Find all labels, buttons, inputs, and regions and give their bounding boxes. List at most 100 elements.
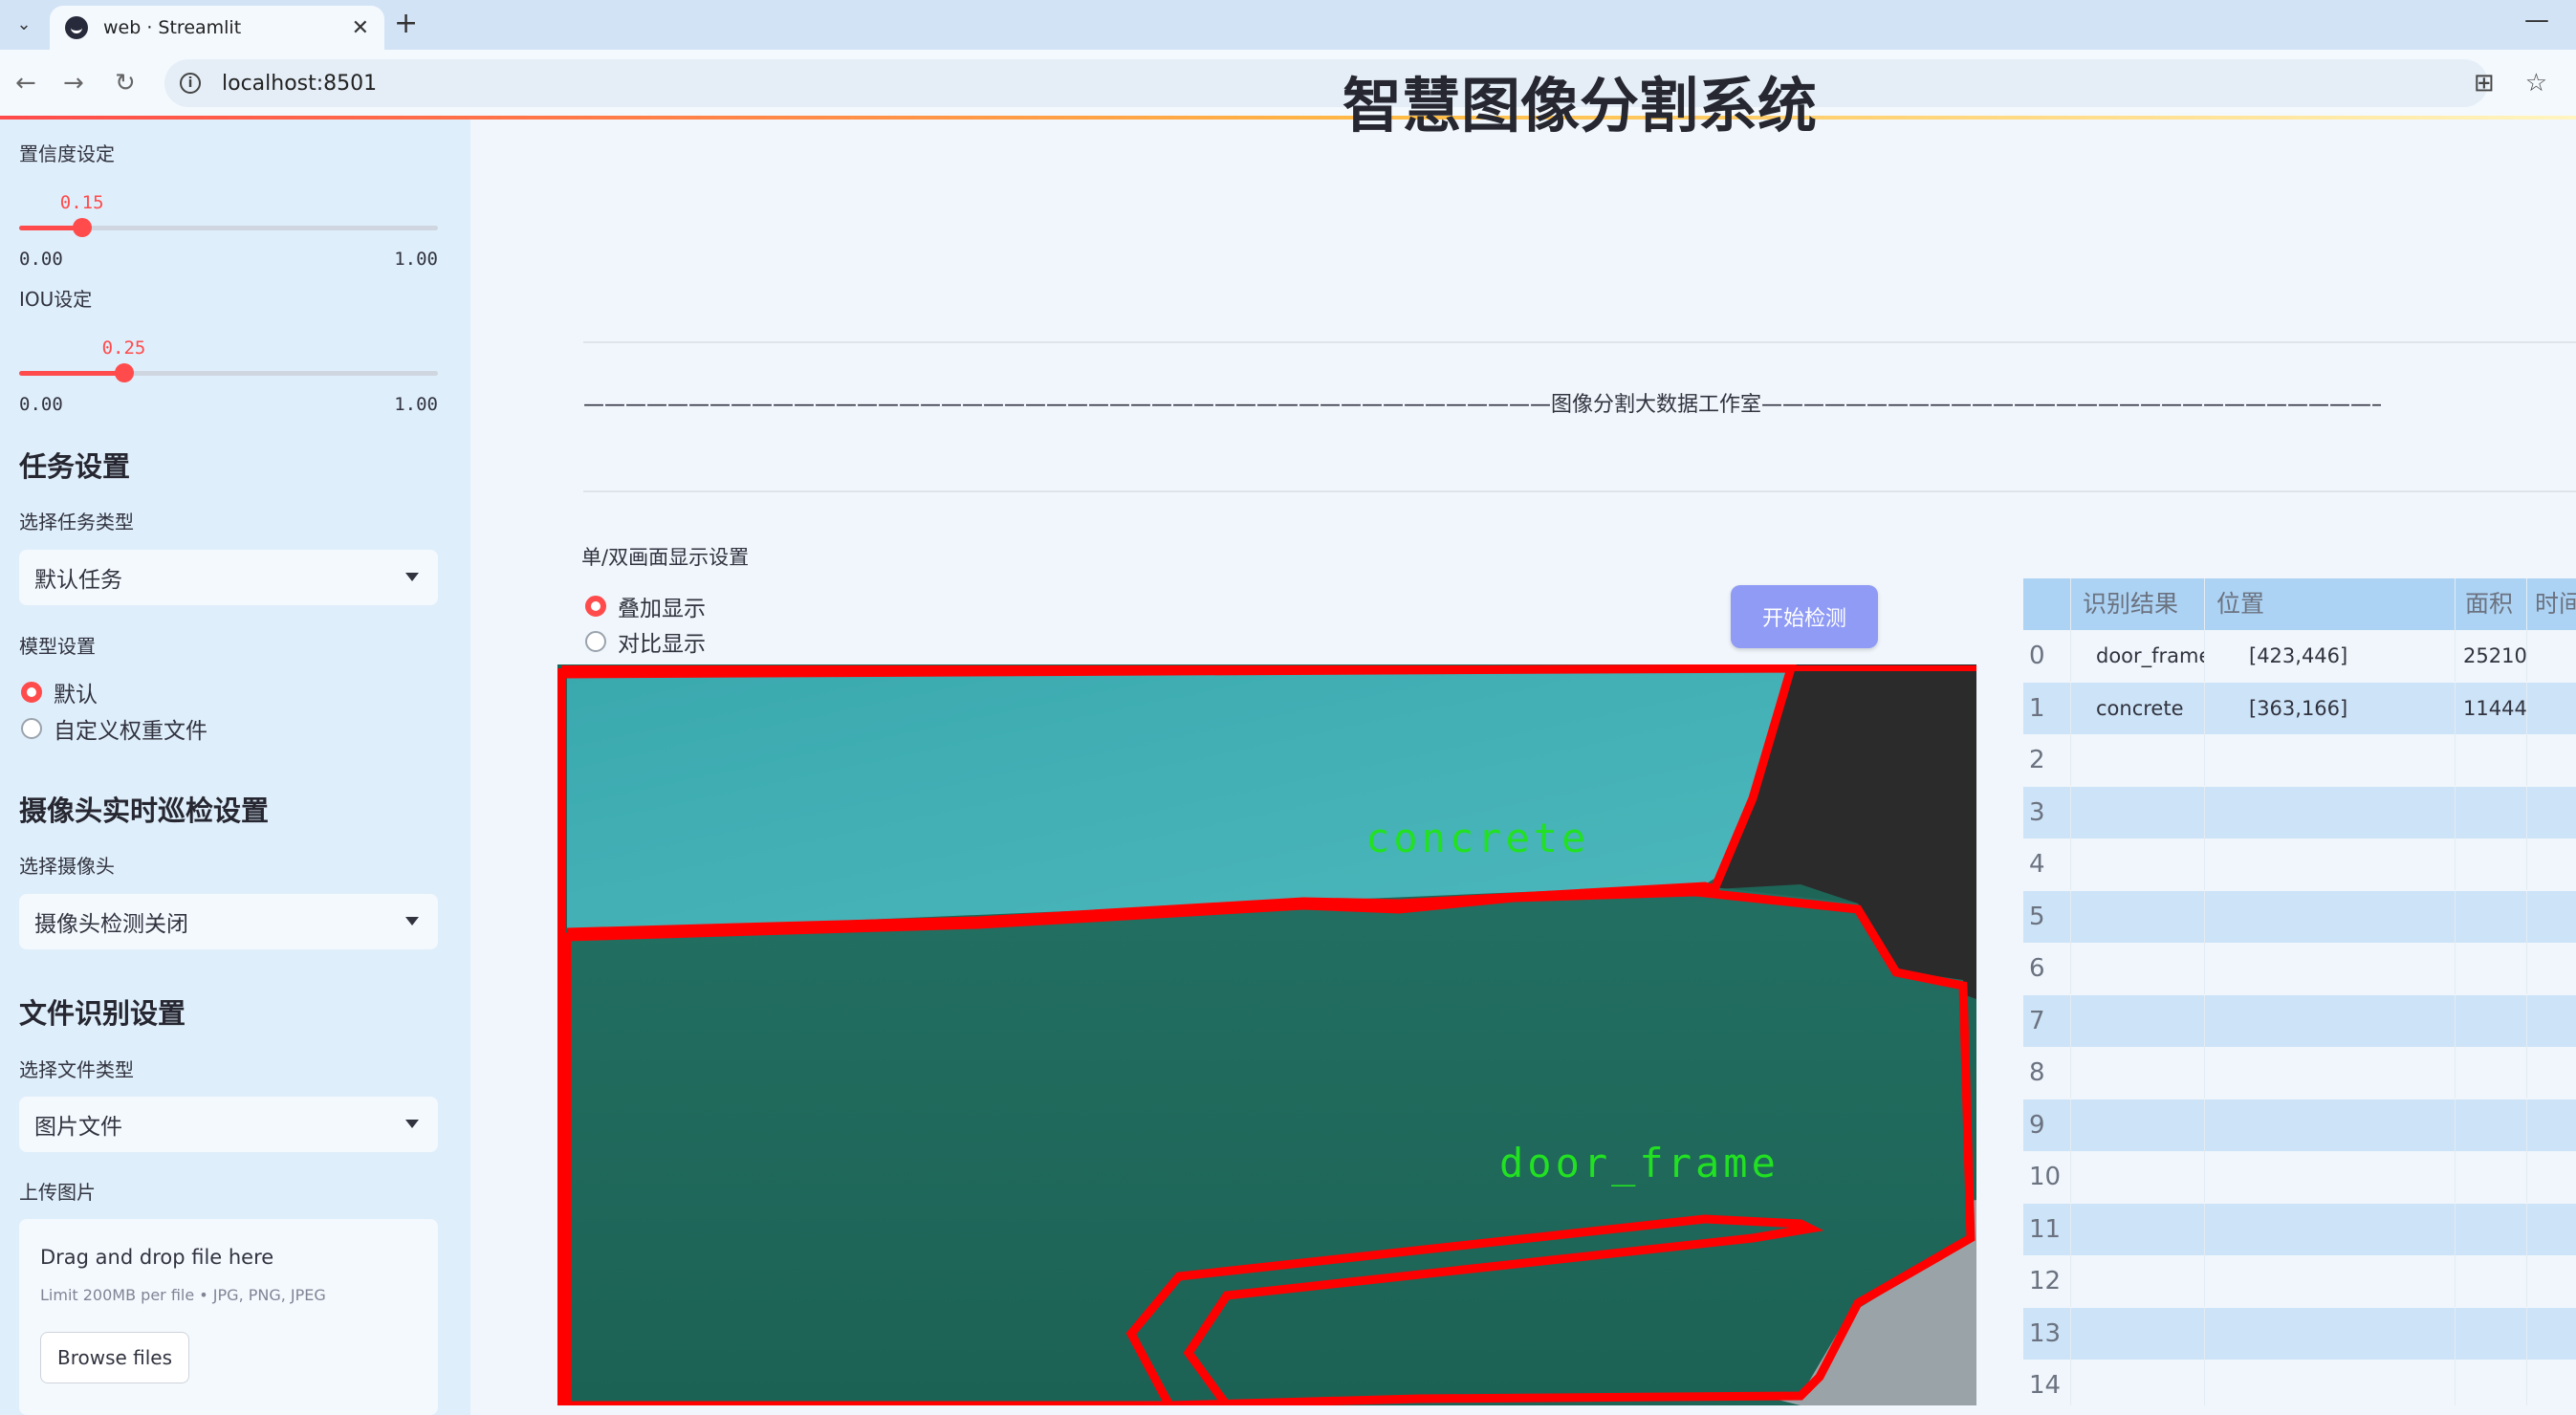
- row-index[interactable]: 8: [2023, 1047, 2071, 1099]
- cell-result[interactable]: [2071, 943, 2205, 994]
- cell-result[interactable]: [2071, 734, 2205, 786]
- browser-tab[interactable]: web · Streamlit ✕: [50, 6, 384, 50]
- table-row[interactable]: 2: [2023, 734, 2576, 786]
- table-row[interactable]: 13: [2023, 1307, 2576, 1360]
- col-header-position[interactable]: 位置: [2205, 578, 2456, 630]
- cell-area[interactable]: [2456, 1307, 2527, 1360]
- cell-position[interactable]: [2205, 1255, 2456, 1307]
- table-row[interactable]: 7: [2023, 994, 2576, 1047]
- row-index[interactable]: 4: [2023, 838, 2071, 890]
- cell-area[interactable]: [2456, 994, 2527, 1047]
- cell-position[interactable]: [2205, 838, 2456, 890]
- row-index[interactable]: 14: [2023, 1360, 2071, 1405]
- iou-slider-track[interactable]: [19, 371, 438, 376]
- cell-position[interactable]: [363,166]: [2205, 682, 2456, 734]
- cell-position[interactable]: [2205, 1047, 2456, 1099]
- cell-position[interactable]: [2205, 786, 2456, 838]
- cell-area[interactable]: [2456, 1099, 2527, 1151]
- cell-position[interactable]: [2205, 1099, 2456, 1151]
- cell-time[interactable]: [2527, 995, 2576, 1047]
- window-minimize-icon[interactable]: —: [2524, 6, 2549, 34]
- cell-position[interactable]: [2205, 943, 2456, 994]
- camera-select[interactable]: 摄像头检测关闭: [19, 894, 438, 949]
- forward-arrow-icon[interactable]: →: [63, 67, 84, 99]
- cell-result[interactable]: [2071, 1203, 2205, 1255]
- model-option-default[interactable]: 默认: [21, 676, 98, 708]
- iou-slider-thumb[interactable]: [114, 363, 134, 382]
- row-index[interactable]: 13: [2023, 1307, 2071, 1360]
- model-option-custom[interactable]: 自定义权重文件: [21, 712, 207, 745]
- back-arrow-icon[interactable]: ←: [15, 67, 36, 99]
- row-index[interactable]: 5: [2023, 890, 2071, 943]
- cell-position[interactable]: [2205, 1307, 2456, 1360]
- cell-position[interactable]: [2205, 734, 2456, 786]
- table-row[interactable]: 10: [2023, 1151, 2576, 1203]
- start-detection-button[interactable]: 开始检测: [1731, 585, 1878, 648]
- row-index[interactable]: 7: [2023, 994, 2071, 1047]
- row-index[interactable]: 6: [2023, 943, 2071, 994]
- col-header-time[interactable]: 时间: [2527, 578, 2576, 630]
- cell-time[interactable]: [2527, 630, 2576, 682]
- row-index[interactable]: 1: [2023, 682, 2071, 734]
- cell-position[interactable]: [2205, 1360, 2456, 1405]
- cell-result[interactable]: [2071, 786, 2205, 838]
- cell-position[interactable]: [2205, 1203, 2456, 1255]
- table-row[interactable]: 5: [2023, 890, 2576, 943]
- table-row[interactable]: 11: [2023, 1203, 2576, 1255]
- cell-result[interactable]: [2071, 890, 2205, 943]
- reload-icon[interactable]: ↻: [115, 67, 136, 99]
- cell-area[interactable]: 2521080.03: [2456, 630, 2527, 682]
- col-header-result[interactable]: 识别结果: [2071, 578, 2205, 630]
- cell-area[interactable]: [2456, 1151, 2527, 1203]
- file-type-select[interactable]: 图片文件: [19, 1097, 438, 1152]
- site-info-icon[interactable]: i: [180, 73, 201, 94]
- cell-result[interactable]: door_frame: [2071, 630, 2205, 682]
- row-index[interactable]: 3: [2023, 786, 2071, 838]
- tab-search-chevron-icon[interactable]: ⌄: [8, 8, 40, 40]
- row-index[interactable]: 11: [2023, 1203, 2071, 1255]
- row-index[interactable]: 0: [2023, 630, 2071, 682]
- confidence-slider[interactable]: 0.15 0.00 1.00: [19, 139, 438, 270]
- table-row[interactable]: 8: [2023, 1047, 2576, 1099]
- cell-time[interactable]: [2527, 943, 2576, 994]
- cell-time[interactable]: [2527, 787, 2576, 838]
- cell-time[interactable]: [2527, 734, 2576, 786]
- row-index[interactable]: 12: [2023, 1255, 2071, 1307]
- cell-area[interactable]: [2456, 838, 2527, 890]
- row-index[interactable]: 10: [2023, 1151, 2071, 1203]
- file-dropzone[interactable]: Drag and drop file here Limit 200MB per …: [19, 1219, 438, 1415]
- cell-area[interactable]: [2456, 1255, 2527, 1307]
- radio-selected-icon[interactable]: [585, 596, 606, 617]
- cell-time[interactable]: [2527, 683, 2576, 734]
- table-row[interactable]: 12: [2023, 1255, 2576, 1307]
- table-row[interactable]: 6: [2023, 943, 2576, 994]
- cell-time[interactable]: [2527, 1360, 2576, 1405]
- cell-position[interactable]: [2205, 1151, 2456, 1203]
- cell-time[interactable]: [2527, 891, 2576, 943]
- radio-unselected-icon[interactable]: [585, 631, 606, 652]
- cell-time[interactable]: [2527, 1151, 2576, 1203]
- cell-position[interactable]: [2205, 994, 2456, 1047]
- results-table[interactable]: 识别结果 位置 面积 时间 0door_frame[423,446]252108…: [2023, 578, 2576, 1405]
- confidence-slider-thumb[interactable]: [72, 218, 92, 237]
- radio-unselected-icon[interactable]: [21, 718, 42, 739]
- row-index[interactable]: 2: [2023, 734, 2071, 786]
- iou-slider[interactable]: 0.25 0.00 1.00: [19, 284, 438, 415]
- cell-area[interactable]: [2456, 943, 2527, 994]
- table-row[interactable]: 9: [2023, 1099, 2576, 1151]
- cell-position[interactable]: [2205, 890, 2456, 943]
- cell-result[interactable]: [2071, 1360, 2205, 1405]
- browse-files-button[interactable]: Browse files: [40, 1332, 189, 1383]
- cell-time[interactable]: [2527, 1047, 2576, 1099]
- cell-result[interactable]: [2071, 1099, 2205, 1151]
- cell-time[interactable]: [2527, 1099, 2576, 1151]
- col-header-area[interactable]: 面积: [2456, 578, 2527, 630]
- cell-area[interactable]: 1144490.03: [2456, 682, 2527, 734]
- cell-position[interactable]: [423,446]: [2205, 630, 2456, 682]
- cell-result[interactable]: [2071, 1047, 2205, 1099]
- table-row[interactable]: 0door_frame[423,446]2521080.03: [2023, 630, 2576, 682]
- cell-time[interactable]: [2527, 1204, 2576, 1255]
- row-index[interactable]: 9: [2023, 1099, 2071, 1151]
- radio-selected-icon[interactable]: [21, 682, 42, 703]
- task-type-select[interactable]: 默认任务: [19, 550, 438, 605]
